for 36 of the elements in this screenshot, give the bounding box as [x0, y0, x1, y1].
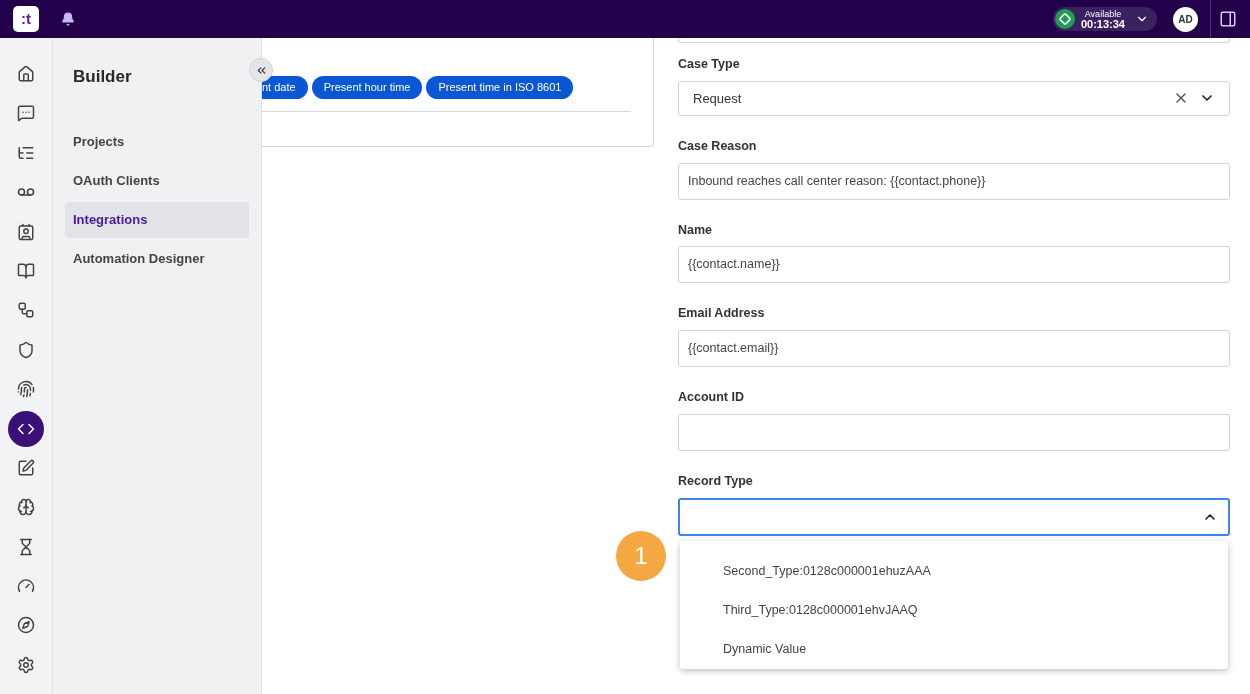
input-field[interactable]: {{contact.email}}	[678, 330, 1230, 367]
select-value: Request	[693, 89, 743, 108]
status-selector[interactable]: Available 00:13:34	[1052, 7, 1157, 31]
field-label: Account ID	[678, 389, 745, 406]
dropdown-option[interactable]: Third_Type:0128c000001ehvJAAQ	[680, 591, 1228, 630]
nav-item[interactable]: Projects	[65, 123, 249, 160]
select-field[interactable]	[678, 497, 1230, 536]
input-field[interactable]: {{contact.name}}	[678, 246, 1230, 284]
step-badge: 1	[616, 531, 666, 581]
nav-item[interactable]: Integrations	[65, 201, 249, 238]
variable-chip[interactable]: nt date	[262, 76, 308, 99]
input-field[interactable]: Inbound reaches call center reason: {{contact.phone}}	[678, 162, 1230, 200]
input-field[interactable]	[678, 413, 1230, 451]
status-label: Available	[1083, 9, 1123, 19]
code-icon[interactable]	[8, 410, 44, 447]
variable-chip[interactable]: Present time in ISO 8601	[426, 76, 574, 99]
user-avatar[interactable]: AD	[1173, 6, 1198, 32]
app-logo[interactable]: :t	[13, 6, 39, 32]
collapse-button[interactable]	[249, 58, 273, 82]
status-timer: 00:13:34	[1080, 19, 1125, 29]
dropdown-option[interactable]: Second_Type:0128c000001ehuzAAA	[680, 552, 1228, 591]
field-label: Case Reason	[678, 137, 758, 155]
nav-item[interactable]: OAuth Clients	[65, 162, 249, 199]
variable-chip[interactable]: Present hour time	[311, 76, 423, 99]
input-field[interactable]	[678, 38, 1230, 43]
nav-item[interactable]: Automation Designer	[65, 240, 249, 277]
panel-icon[interactable]	[1219, 10, 1237, 28]
status-indicator-icon	[1054, 9, 1075, 29]
field-label: Email Address	[678, 305, 766, 323]
panel-title: Builder	[72, 66, 133, 88]
field-label: Name	[678, 221, 714, 239]
notification-bell-icon[interactable]	[61, 12, 75, 26]
dropdown-option[interactable]: Dynamic Value	[680, 630, 1228, 669]
field-label: Record Type	[678, 472, 754, 490]
select-field[interactable]: Request	[678, 80, 1230, 116]
field-label: Case Type	[678, 56, 741, 73]
